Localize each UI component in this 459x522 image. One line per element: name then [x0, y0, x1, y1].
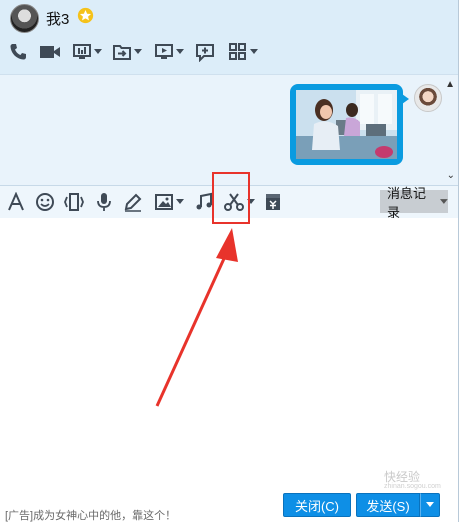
pencil-icon — [124, 193, 142, 212]
contact-avatar[interactable] — [10, 4, 39, 33]
image-button[interactable] — [154, 191, 184, 213]
voice-button[interactable] — [95, 191, 113, 213]
message-history-label: 消息记录 — [387, 185, 427, 220]
image-icon — [155, 194, 173, 210]
scroll-up-icon[interactable]: ▲ — [445, 79, 455, 90]
video-icon — [40, 46, 60, 58]
chat-header: 我3 — [0, 0, 459, 74]
message-area[interactable]: ▲ ⌄ — [0, 74, 459, 185]
vip-star-icon — [77, 7, 94, 24]
phone-icon — [10, 44, 26, 60]
emoji-button[interactable] — [35, 191, 55, 213]
shake-icon — [64, 193, 84, 211]
message-bubble[interactable] — [290, 84, 409, 165]
screen-share-button[interactable] — [72, 40, 102, 64]
sent-photo[interactable] — [296, 90, 397, 159]
footer: [广告]成为女神心中的他，靠这个！ 关闭(C) 发送(S) — [0, 490, 459, 522]
chevron-down-icon — [134, 49, 142, 54]
voice-icon — [97, 193, 111, 211]
send-button[interactable]: 发送(S) — [356, 493, 420, 517]
red-packet-button[interactable] — [264, 191, 282, 213]
chevron-down-icon — [440, 198, 448, 204]
close-button[interactable]: 关闭(C) — [283, 493, 351, 517]
top-toolbar — [0, 40, 300, 64]
file-transfer-icon — [113, 45, 131, 60]
chevron-down-icon — [426, 502, 434, 507]
scroll-down-icon[interactable]: ⌄ — [447, 170, 455, 181]
red-packet-icon — [266, 194, 280, 210]
ad-link[interactable]: [广告]成为女神心中的他，靠这个！ — [5, 507, 176, 522]
message-history-button[interactable]: 消息记录 — [380, 186, 448, 220]
emoji-icon — [36, 193, 54, 211]
apps-icon — [229, 43, 246, 60]
shake-button[interactable] — [62, 191, 86, 213]
chevron-down-icon — [94, 49, 102, 54]
contact-name[interactable]: 我3 — [46, 8, 69, 29]
chevron-down-icon — [176, 199, 184, 204]
send-options-button[interactable] — [420, 493, 440, 517]
add-chat-button[interactable] — [195, 40, 215, 64]
music-icon — [196, 192, 212, 210]
add-chat-icon — [196, 44, 214, 62]
my-avatar[interactable] — [414, 84, 442, 112]
video-call-button[interactable] — [38, 40, 62, 64]
message-input[interactable] — [0, 218, 459, 490]
music-button[interactable] — [194, 191, 214, 213]
annotation-highlight-box — [212, 172, 250, 224]
phone-button[interactable] — [8, 40, 28, 64]
chevron-down-icon — [250, 49, 258, 54]
apps-button[interactable] — [228, 40, 258, 64]
chevron-down-icon — [176, 49, 184, 54]
handwriting-button[interactable] — [123, 191, 143, 213]
remote-desktop-icon — [155, 44, 173, 59]
font-icon — [8, 192, 24, 211]
watermark-url: zhinan.sogou.com — [384, 483, 441, 490]
file-transfer-button[interactable] — [112, 40, 142, 64]
remote-desktop-button[interactable] — [154, 40, 184, 64]
font-button[interactable] — [6, 191, 26, 213]
screen-share-icon — [73, 44, 91, 59]
